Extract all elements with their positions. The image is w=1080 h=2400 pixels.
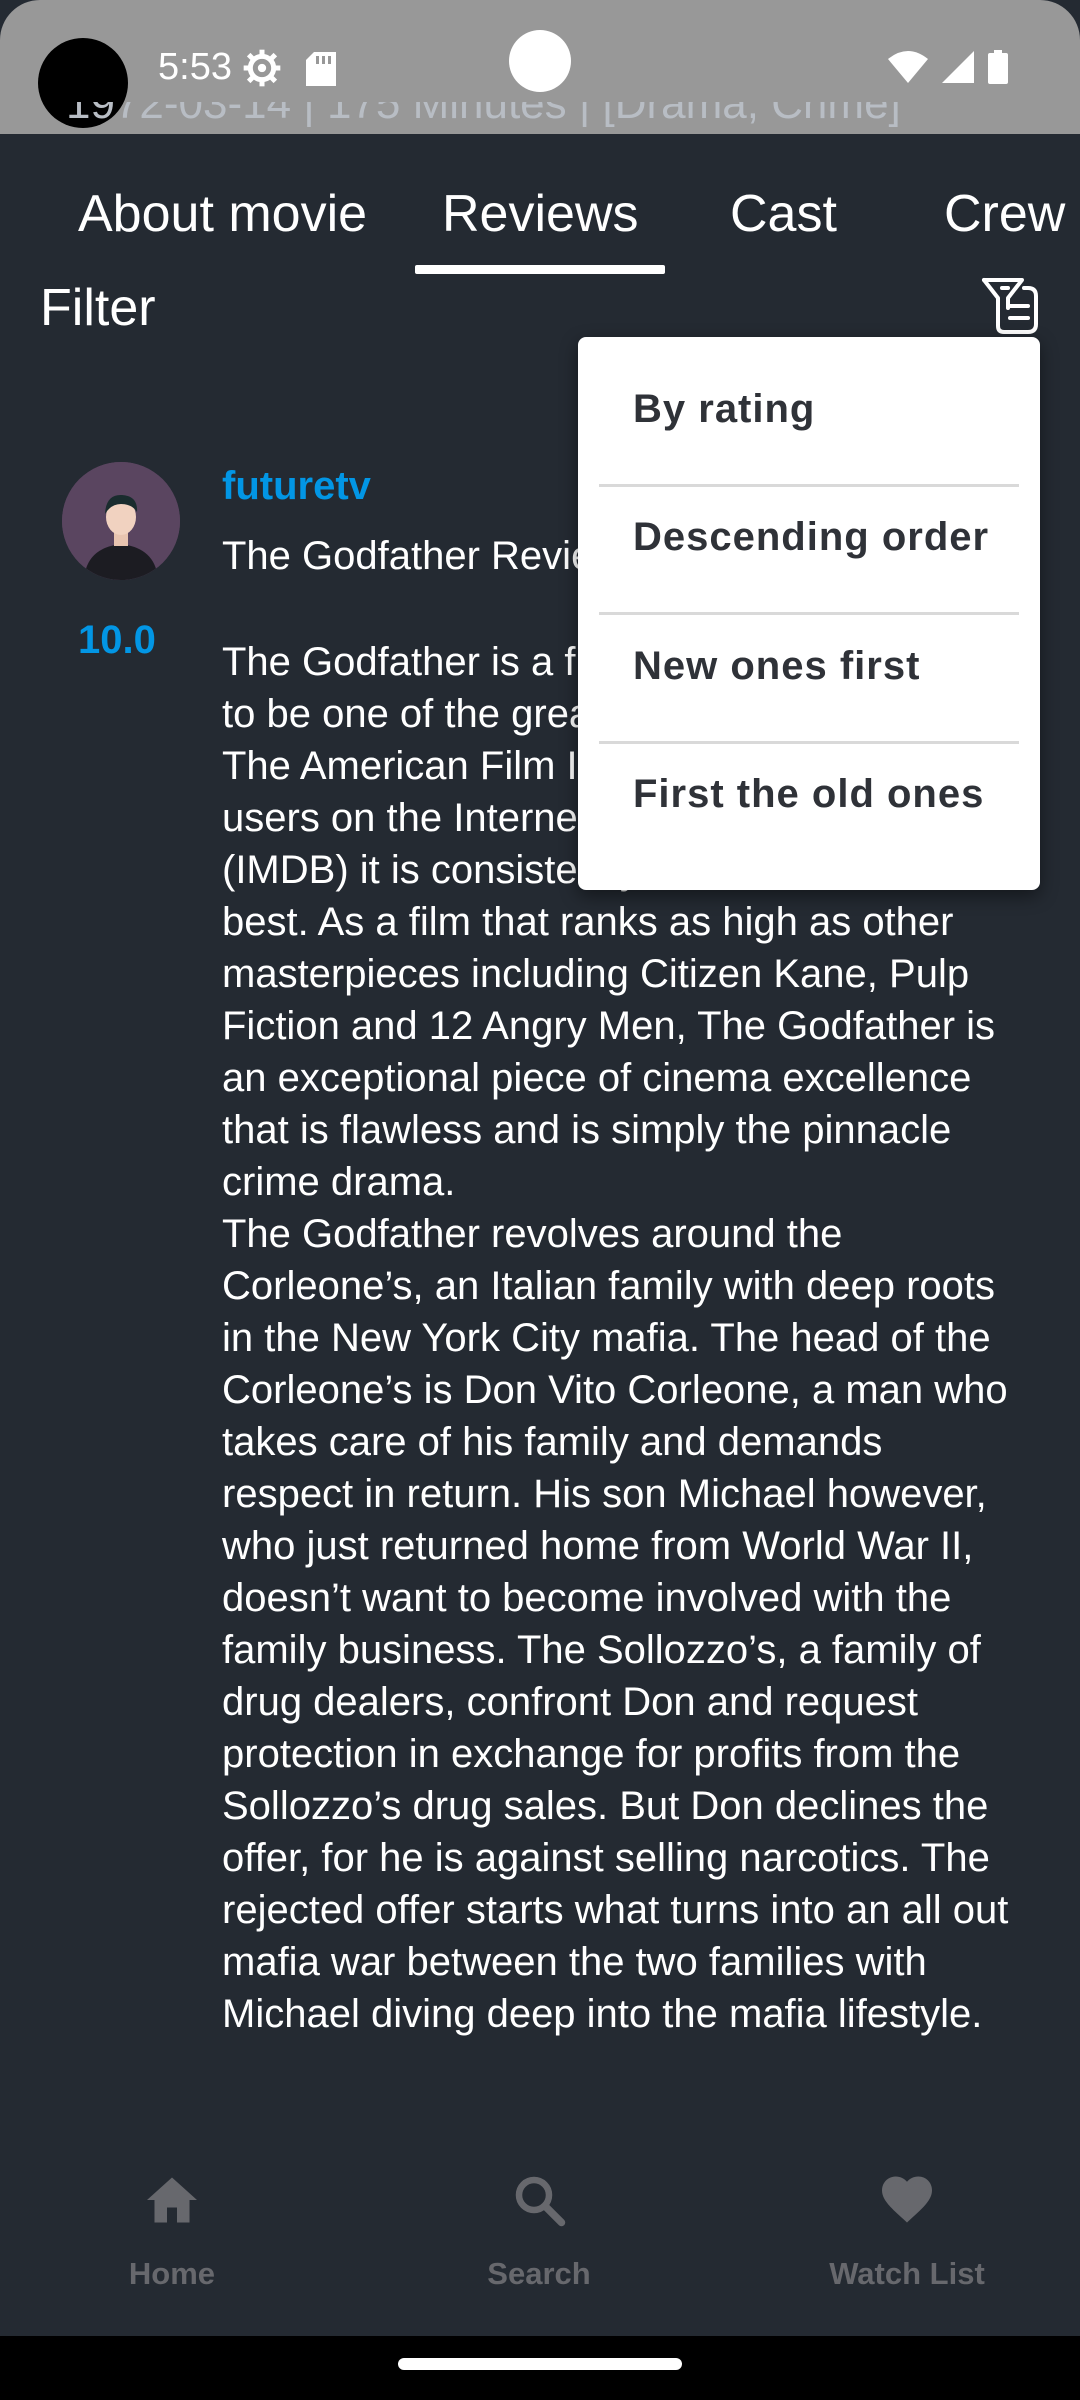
- active-tab-indicator: [415, 265, 665, 274]
- menu-item-new-ones-first[interactable]: New ones first: [578, 602, 1040, 730]
- battery-icon: [988, 50, 1008, 84]
- tab-crew[interactable]: Crew: [944, 184, 1065, 244]
- tab-about-movie[interactable]: About movie: [78, 184, 367, 244]
- movie-info-line: 1972-03-14 | 175 Minutes | [Drama, Crime…: [66, 102, 901, 128]
- status-time: 5:53: [158, 46, 232, 88]
- front-camera-dot: [509, 30, 571, 92]
- nav-watch-list[interactable]: Watch List: [787, 2128, 1027, 2336]
- nav-home-label: Home: [128, 2256, 216, 2291]
- nav-watch-list-label: Watch List: [829, 2256, 985, 2291]
- menu-item-descending-order[interactable]: Descending order: [578, 473, 1040, 601]
- menu-item-by-rating[interactable]: By rating: [578, 345, 1040, 473]
- system-navigation-bar: [0, 2336, 1080, 2400]
- avatar-person-icon: [62, 462, 180, 580]
- status-indicators: [888, 50, 1008, 84]
- bottom-navigation: Home Search Watch List: [0, 2128, 1080, 2336]
- settings-gear-icon: [243, 49, 281, 87]
- sd-card-icon: [306, 52, 336, 86]
- tab-bar: About movie Reviews Cast Crew: [0, 176, 1080, 276]
- menu-item-first-the-old-ones[interactable]: First the old ones: [578, 730, 1040, 858]
- wifi-icon: [888, 51, 928, 83]
- heart-icon: [882, 2176, 932, 2223]
- review-author[interactable]: futuretv: [222, 464, 371, 509]
- tab-cast[interactable]: Cast: [730, 184, 837, 244]
- home-gesture-handle[interactable]: [398, 2358, 682, 2370]
- home-icon: [147, 2177, 197, 2223]
- filter-label: Filter: [40, 279, 156, 337]
- filter-dropdown-menu: By rating Descending order New ones firs…: [578, 337, 1040, 890]
- reviewer-avatar: [62, 462, 180, 580]
- search-icon: [515, 2176, 566, 2227]
- cellular-signal-icon: [942, 51, 974, 83]
- tab-reviews[interactable]: Reviews: [442, 184, 639, 244]
- nav-search[interactable]: Search: [419, 2128, 659, 2336]
- filter-sort-icon[interactable]: [978, 274, 1040, 336]
- review-rating: 10.0: [78, 618, 156, 662]
- nav-home[interactable]: Home: [52, 2128, 292, 2336]
- nav-search-label: Search: [487, 2256, 591, 2291]
